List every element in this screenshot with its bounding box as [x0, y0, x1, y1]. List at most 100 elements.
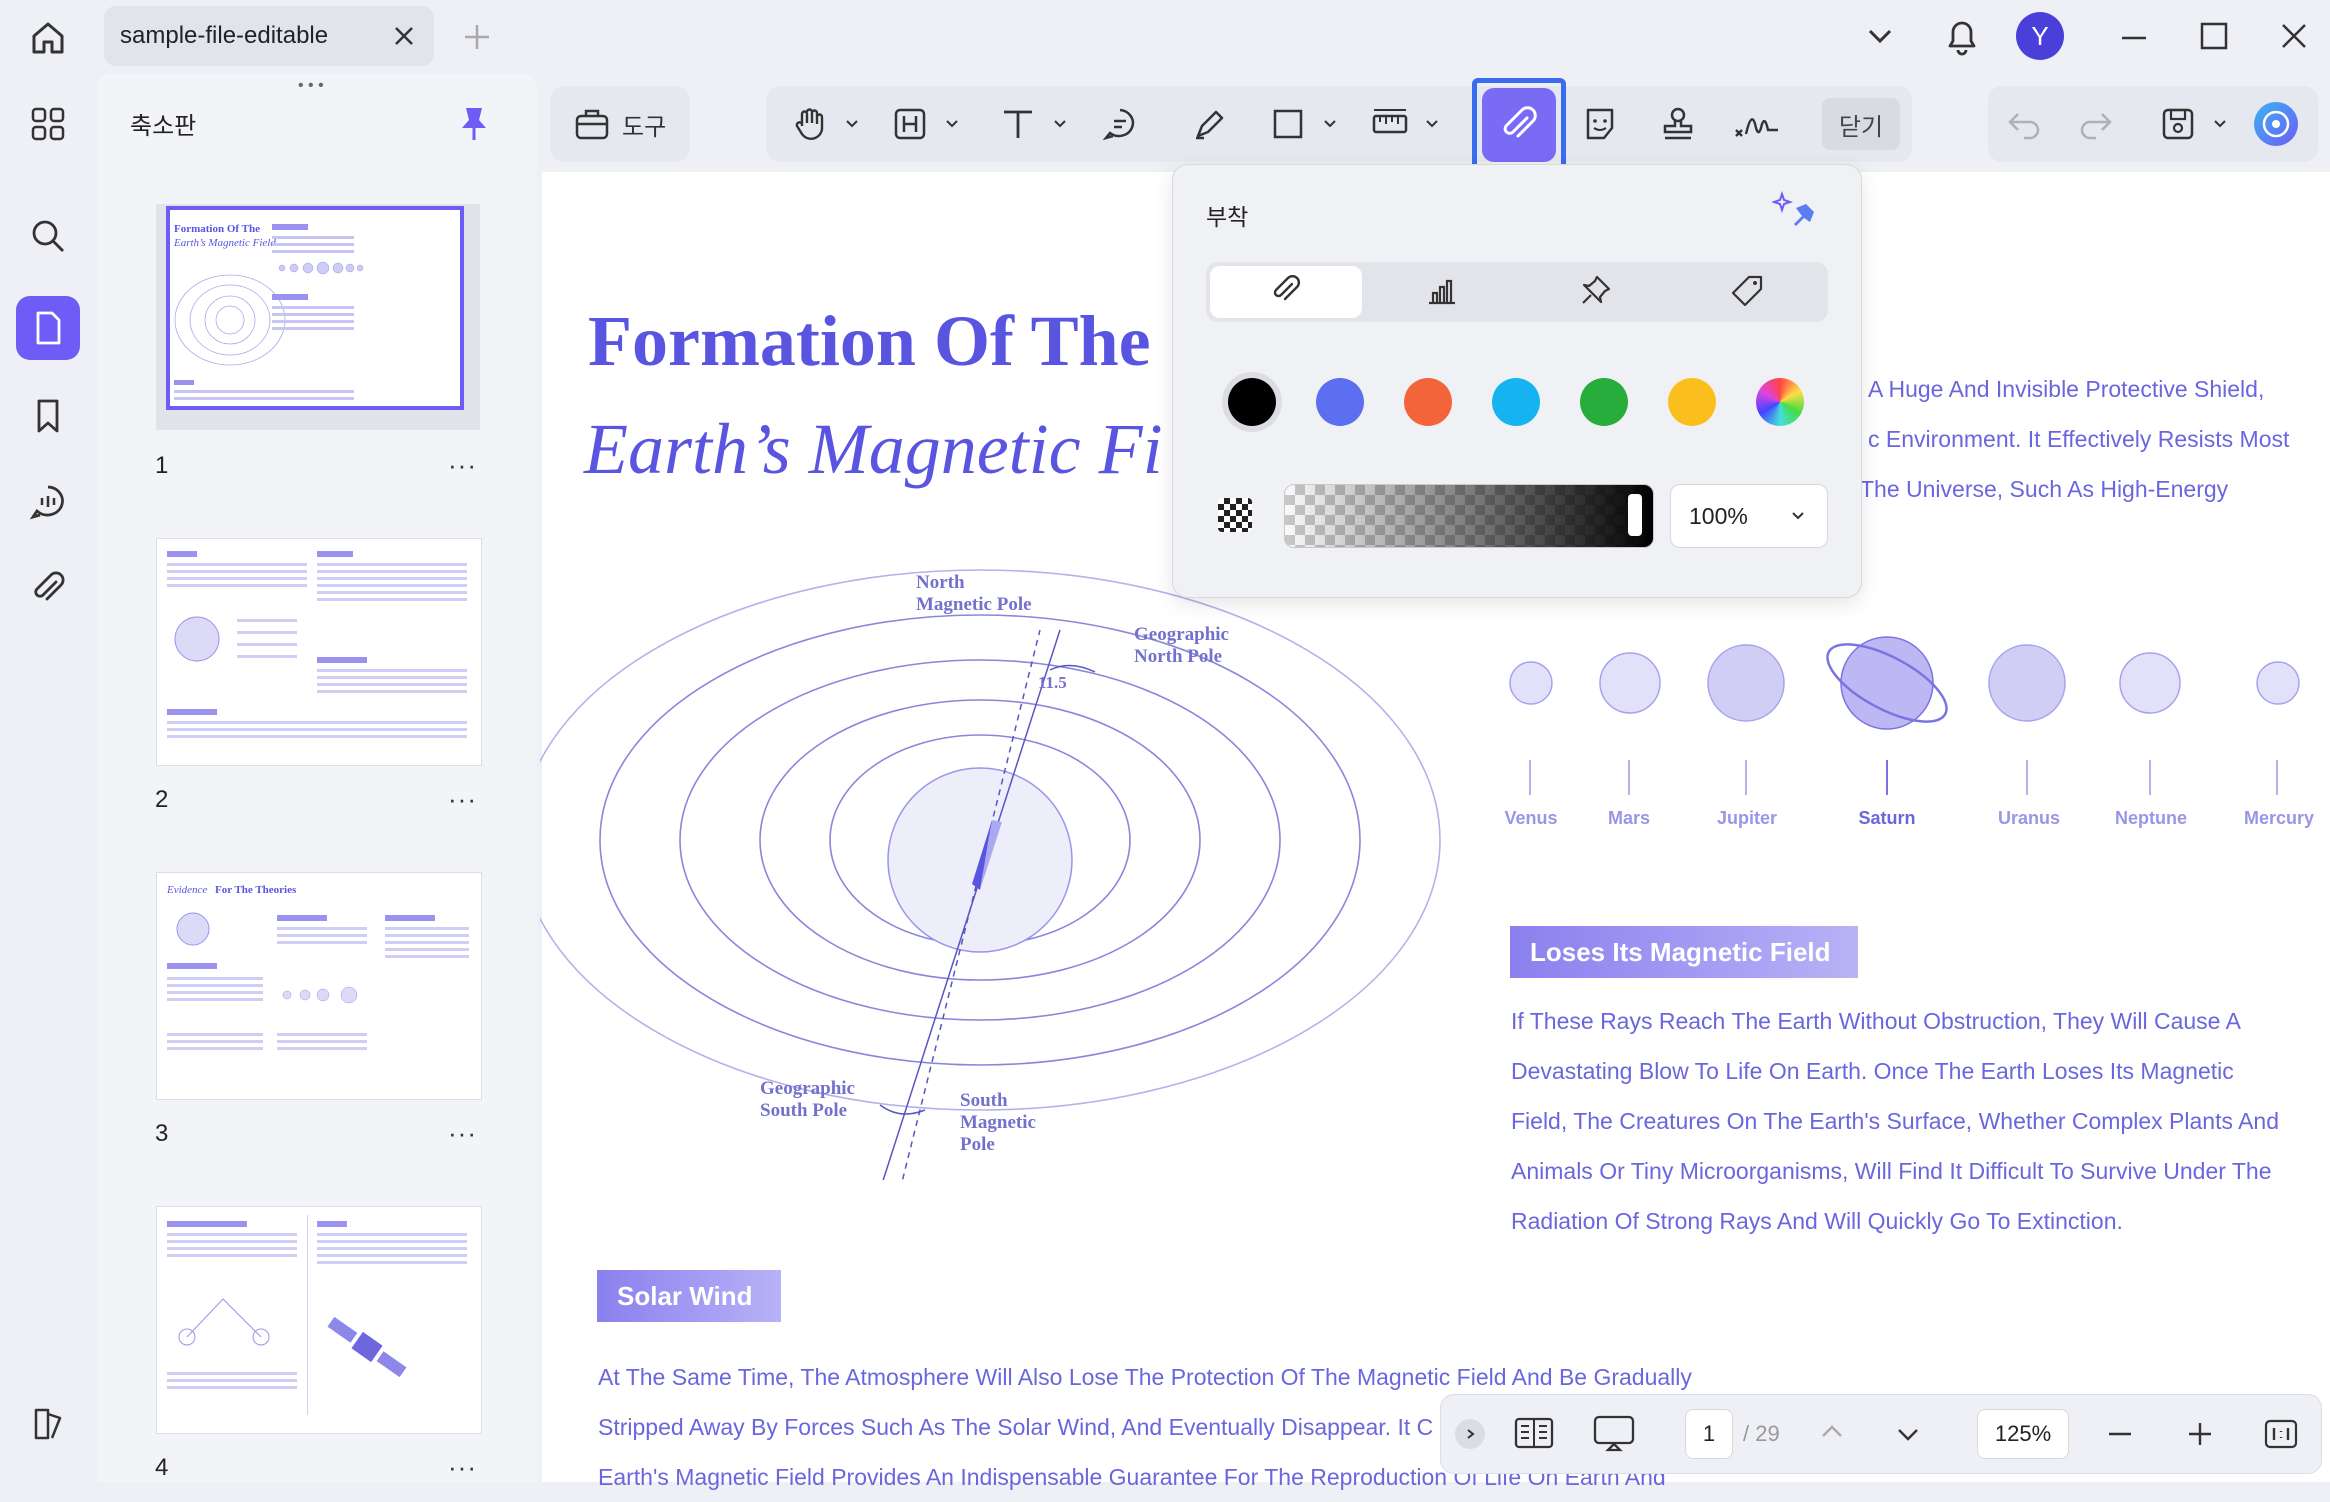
- toolbox-icon: [572, 104, 612, 144]
- page-1-more-icon[interactable]: ···: [448, 450, 477, 481]
- body-line: Animals Or Tiny Microorganisms, Will Fin…: [1511, 1158, 2272, 1184]
- maximize-icon[interactable]: [2196, 18, 2232, 54]
- page-thumbnail-2[interactable]: [156, 538, 482, 766]
- chevron-down-icon[interactable]: [1893, 1419, 1923, 1454]
- bottom-bar: 1 / 29 125%: [1440, 1394, 2322, 1474]
- color-swatch-black[interactable]: [1228, 378, 1276, 426]
- measure-icon[interactable]: [1366, 100, 1414, 148]
- apps-grid-icon[interactable]: [16, 92, 80, 156]
- chevron-down-icon[interactable]: [1052, 116, 1068, 132]
- sticker-icon[interactable]: [1576, 100, 1624, 148]
- page-thumbnail-1[interactable]: Formation Of The Earth’s Magnetic Field: [156, 204, 480, 430]
- tab-tag[interactable]: [1672, 266, 1824, 318]
- new-tab-icon[interactable]: [460, 20, 494, 54]
- thumbnails-icon[interactable]: [16, 296, 80, 360]
- page-4-more-icon[interactable]: ···: [448, 1452, 477, 1483]
- close-window-icon[interactable]: [2276, 18, 2312, 54]
- panel-drag-handle[interactable]: • • •: [298, 78, 334, 94]
- chevron-right-icon[interactable]: [1455, 1419, 1485, 1449]
- svg-text:For The Theories: For The Theories: [215, 884, 297, 896]
- chevron-down-icon[interactable]: [1322, 116, 1338, 132]
- total-pages: / 29: [1743, 1421, 1780, 1446]
- document-tab[interactable]: sample-file-editable: [104, 6, 434, 66]
- zoom-level[interactable]: 125%: [1977, 1409, 2069, 1459]
- chevron-down-icon[interactable]: [2212, 116, 2228, 132]
- rectangle-icon[interactable]: [1264, 100, 1312, 148]
- svg-text:Formation Of The: Formation Of The: [174, 223, 260, 235]
- avatar[interactable]: Y: [2016, 12, 2064, 60]
- close-tool-button[interactable]: 닫기: [1822, 98, 1900, 150]
- presentation-icon[interactable]: [1591, 1413, 1637, 1458]
- opacity-slider[interactable]: [1284, 484, 1654, 548]
- tab-chart[interactable]: [1366, 266, 1518, 318]
- planet-label: Jupiter: [1716, 808, 1777, 828]
- close-tab-icon[interactable]: [384, 16, 424, 56]
- pin-sparkle-icon[interactable]: [1770, 190, 1820, 234]
- opacity-slider-handle[interactable]: [1628, 494, 1642, 536]
- page-2-more-icon[interactable]: ···: [448, 784, 477, 815]
- zoom-in-icon[interactable]: [2185, 1419, 2215, 1454]
- page-input[interactable]: 1: [1685, 1409, 1733, 1459]
- highlighter-icon[interactable]: [1186, 100, 1234, 148]
- tag-icon: [1731, 273, 1765, 312]
- bookmark-icon[interactable]: [16, 384, 80, 448]
- attachment-tool-icon[interactable]: [1482, 88, 1556, 162]
- comment-icon[interactable]: [16, 470, 80, 534]
- doc-title-line2: Earth’s Magnetic Fi: [584, 409, 1163, 489]
- body-line: Radiation Of Strong Rays And Will Quickl…: [1511, 1208, 2123, 1234]
- planet-label: Neptune: [2115, 808, 2187, 828]
- undo-icon[interactable]: [2000, 100, 2048, 148]
- color-swatch-orange[interactable]: [1404, 378, 1452, 426]
- attachment-icon: [1269, 273, 1303, 312]
- text-icon[interactable]: [994, 100, 1042, 148]
- planet-label: Uranus: [1997, 808, 2060, 828]
- doc-title-line1: Formation Of The: [588, 301, 1151, 381]
- page-layout-icon[interactable]: [1513, 1413, 1555, 1458]
- home-icon[interactable]: [24, 14, 72, 62]
- chevron-down-icon[interactable]: [944, 116, 960, 132]
- stamp-icon[interactable]: [1654, 100, 1702, 148]
- body-line: Stripped Away By Forces Such As The Sola…: [598, 1414, 1434, 1440]
- color-swatch-yellow[interactable]: [1668, 378, 1716, 426]
- body-line: Devastating Blow To Life On Earth. Once …: [1511, 1058, 2234, 1084]
- save-icon[interactable]: [2154, 100, 2202, 148]
- angle-label: 11.5: [1038, 673, 1067, 692]
- theme-icon[interactable]: [16, 1392, 80, 1456]
- geographic-south-pole-label: Geographic South Pole: [760, 1078, 855, 1121]
- search-icon[interactable]: [16, 204, 80, 268]
- tools-button[interactable]: 도구: [550, 86, 690, 162]
- color-swatch-cyan[interactable]: [1492, 378, 1540, 426]
- opacity-select[interactable]: 100%: [1670, 484, 1828, 548]
- page-thumbnail-3[interactable]: Evidence For The Theories: [156, 872, 482, 1100]
- color-swatch-blue[interactable]: [1316, 378, 1364, 426]
- bell-icon[interactable]: [1942, 14, 1982, 58]
- tab-title: sample-file-editable: [120, 22, 329, 49]
- minimize-icon[interactable]: [2116, 20, 2152, 56]
- attachment-icon[interactable]: [16, 556, 80, 620]
- comment-icon[interactable]: [1096, 100, 1144, 148]
- annotation-toolbar: [766, 86, 1912, 162]
- tab-attachment[interactable]: [1210, 266, 1362, 318]
- color-swatch-custom[interactable]: [1756, 378, 1804, 426]
- pin-icon[interactable]: [456, 104, 492, 144]
- ai-assistant-icon[interactable]: [2252, 100, 2300, 148]
- page-number-3: 3: [155, 1120, 169, 1147]
- signature-icon[interactable]: [1732, 100, 1780, 148]
- page-3-more-icon[interactable]: ···: [448, 1118, 477, 1149]
- zoom-out-icon[interactable]: [2105, 1419, 2135, 1454]
- heading-icon[interactable]: [886, 100, 934, 148]
- page-thumbnail-4[interactable]: [156, 1206, 482, 1434]
- color-swatch-green[interactable]: [1580, 378, 1628, 426]
- chevron-down-icon[interactable]: [1424, 116, 1440, 132]
- hand-icon[interactable]: [786, 100, 834, 148]
- avatar-letter: Y: [2031, 20, 2049, 51]
- popup-title: 부착: [1206, 204, 1249, 230]
- redo-icon[interactable]: [2072, 100, 2120, 148]
- chevron-down-icon[interactable]: [844, 116, 860, 132]
- tab-pushpin[interactable]: [1520, 266, 1672, 318]
- planet-label: Saturn: [1858, 808, 1916, 828]
- chevron-down-icon[interactable]: [1862, 18, 1898, 54]
- actual-size-icon[interactable]: [2263, 1417, 2299, 1456]
- page-number-4: 4: [155, 1454, 169, 1481]
- chevron-up-icon[interactable]: [1817, 1417, 1847, 1452]
